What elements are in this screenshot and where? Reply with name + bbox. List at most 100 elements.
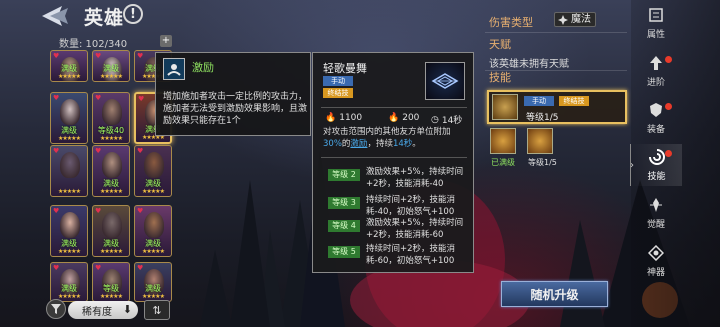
hero-card[interactable]: ♥ 满级 ★★★★★ xyxy=(50,205,88,257)
talent-heading: 天赋 xyxy=(489,38,511,51)
notification-dot xyxy=(665,56,672,63)
nav-equipment[interactable]: 装备 xyxy=(630,97,682,139)
buff-title: 激励 xyxy=(192,61,214,74)
selected-skill-slot[interactable]: 手动 终结技 等级1/5 xyxy=(487,90,627,124)
stat-rage-cost: 🔥 1100 xyxy=(325,113,363,123)
skill-level: 等级1/5 xyxy=(526,113,559,123)
buff-link[interactable]: 激励 xyxy=(350,139,367,149)
hero-stars: ★★★★★ xyxy=(100,248,123,255)
damage-type-badge: 魔法 xyxy=(554,12,596,27)
hero-stars: ★★★★★ xyxy=(58,73,81,80)
favorite-heart-icon: ♥ xyxy=(53,264,60,272)
hero-stars: ★★★★★ xyxy=(58,135,81,142)
sort-order-button[interactable]: ⇅ xyxy=(144,300,170,320)
hero-stars: ★★★★★ xyxy=(58,188,81,195)
hero-card[interactable]: ♥ 满级 ★★★★★ xyxy=(92,205,130,257)
skills-heading: 技能 xyxy=(489,71,511,84)
sort-label: 稀有度 xyxy=(82,306,112,318)
skills-icon xyxy=(648,148,666,166)
hero-card[interactable]: ♥ 等级40 ★★★★★ xyxy=(92,92,130,144)
manual-badge: 手动 xyxy=(524,96,554,106)
favorite-heart-icon: ♥ xyxy=(53,94,60,102)
hero-card[interactable]: ♥ ★★★★★ xyxy=(50,145,88,197)
hero-portrait xyxy=(144,152,164,178)
magic-icon xyxy=(558,15,568,25)
sort-dropdown[interactable]: 稀有度 ⬇ xyxy=(68,301,138,319)
hero-portrait xyxy=(60,152,80,178)
skill-detail-panel: 轻歌曼舞 手动 终结技 🔥 1100 🔥 200 ◷ 14秒 对攻击范围内的其他… xyxy=(312,52,474,273)
sort-down-icon: ⬇ xyxy=(122,303,132,316)
nav-advance[interactable]: 进阶 xyxy=(630,50,682,92)
level-effect-text: 激励效果+5%，持续时间+2秒，技能消耗-40 xyxy=(366,167,464,189)
divider xyxy=(321,157,467,158)
attributes-icon xyxy=(647,6,665,24)
passive-skill-a-icon[interactable] xyxy=(490,128,516,154)
level-effect-text: 激励效果+5%，持续时间+2秒，技能消耗-60 xyxy=(366,218,464,240)
hero-card[interactable]: ♥ 满级 ★★★★★ xyxy=(92,145,130,197)
flame-icon: 🔥 xyxy=(325,113,337,123)
favorite-heart-icon: ♥ xyxy=(137,147,144,155)
skill-description: 对攻击范围内的其他友方单位附加30%的激励，持续14秒。 xyxy=(323,127,451,149)
hero-card[interactable]: ♥ 满级 ★★★★★ xyxy=(50,92,88,144)
nav-attributes[interactable]: 属性 xyxy=(630,2,682,44)
level-effect-text: 持续时间+2秒，技能消耗-40，初始怒气+100 xyxy=(366,195,456,217)
favorite-heart-icon: ♥ xyxy=(95,147,102,155)
favorite-heart-icon: ♥ xyxy=(95,207,102,215)
hero-card[interactable]: ♥ 满级 ★★★★★ xyxy=(92,50,130,82)
manual-badge: 手动 xyxy=(323,76,353,86)
expand-capacity-button[interactable]: + xyxy=(160,35,172,47)
hero-stars: ★★★★★ xyxy=(142,248,165,255)
random-upgrade-button[interactable]: 随机升级 xyxy=(501,281,608,307)
favorite-heart-icon: ♥ xyxy=(53,207,60,215)
stat-duration: ◷ 14秒 xyxy=(431,114,463,127)
clock-icon: ◷ xyxy=(431,114,439,125)
nav-artifact[interactable]: 神器 xyxy=(630,240,682,282)
hero-portrait xyxy=(60,212,80,238)
talent-text: 该英雄未拥有天赋 xyxy=(489,59,569,70)
hero-stars: ★★★★★ xyxy=(58,248,81,255)
ultimate-badge: 终结技 xyxy=(559,96,589,106)
favorite-heart-icon: ♥ xyxy=(95,94,102,102)
favorite-heart-icon: ♥ xyxy=(53,147,60,155)
filter-icon xyxy=(51,304,61,314)
passive-skill-a-label: 已满级 xyxy=(491,158,515,167)
notification-dot xyxy=(665,150,672,157)
hero-stars: ★★★★★ xyxy=(100,188,123,195)
favorite-heart-icon: ♥ xyxy=(95,52,102,60)
hero-card[interactable]: ♥ 满级 ★★★★★ xyxy=(134,205,172,257)
buff-tooltip: 激励 增加施加者攻击一定比例的攻击力，施加者无法受到激励效果影响，且激励效果只能… xyxy=(155,52,311,136)
favorite-heart-icon: ♥ xyxy=(137,52,144,60)
ultimate-badge: 终结技 xyxy=(323,88,353,98)
damage-type-heading: 伤害类型 xyxy=(489,16,533,29)
notification-dot xyxy=(665,103,672,110)
filter-button[interactable] xyxy=(46,299,66,319)
hero-stars: ★★★★★ xyxy=(100,293,123,300)
equipment-icon xyxy=(647,101,665,119)
favorite-heart-icon: ♥ xyxy=(95,264,102,272)
divider xyxy=(321,107,467,108)
nav-skills[interactable]: 技能 xyxy=(630,144,682,186)
passive-skill-b-icon[interactable] xyxy=(527,128,553,154)
hero-stars: ★★★★★ xyxy=(100,135,123,142)
artifact-icon xyxy=(647,244,665,262)
back-button[interactable] xyxy=(38,2,72,30)
nav-awaken[interactable]: 觉醒 xyxy=(630,192,682,234)
hero-stars: ★★★★★ xyxy=(142,293,165,300)
hero-card[interactable]: ♥ 等级 ★★★★★ xyxy=(92,262,130,302)
back-arrow-icon xyxy=(42,6,68,26)
page-title: 英雄 xyxy=(84,7,125,29)
hero-portrait xyxy=(144,212,164,238)
hero-card[interactable]: ♥ 满级 ★★★★★ xyxy=(134,145,172,197)
buff-icon xyxy=(163,58,185,80)
advance-icon xyxy=(647,54,665,72)
hero-portrait xyxy=(102,152,122,178)
hero-card[interactable]: ♥ 满级 ★★★★★ xyxy=(50,50,88,82)
flame-icon: 🔥 xyxy=(388,113,400,123)
hero-card[interactable]: ♥ 满级 ★★★★★ xyxy=(50,262,88,302)
info-icon[interactable]: ! xyxy=(123,4,143,24)
hero-card[interactable]: ♥ 满级 ★★★★★ xyxy=(134,262,172,302)
hero-portrait xyxy=(102,99,122,125)
hero-portrait xyxy=(102,212,122,238)
favorite-heart-icon: ♥ xyxy=(138,95,145,103)
level-badge: 等级 5 xyxy=(328,246,360,258)
